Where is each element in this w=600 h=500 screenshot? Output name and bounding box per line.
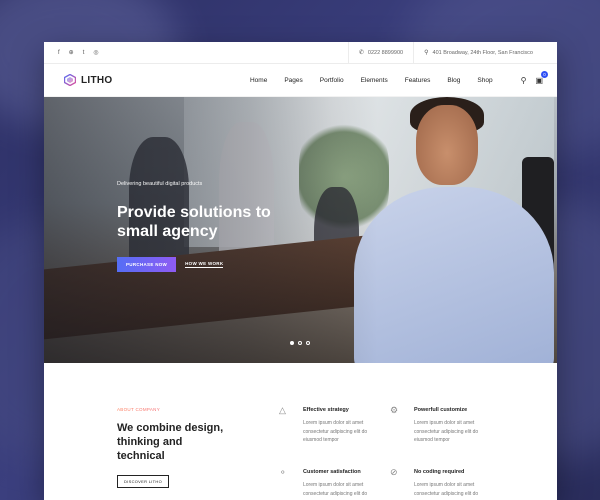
instagram-icon[interactable]: ◎ [93,49,98,56]
about-block: ABOUT COMPANY We combine design, thinkin… [117,407,227,488]
nav-item-features[interactable]: Features [405,77,431,84]
about-tag: ABOUT COMPANY [117,407,227,412]
cart-count-badge: 0 [541,70,548,78]
website-mockup: f ⊕ t ◎ ✆ 0222 8899900 ⚲ 401 Broadway, 2… [44,42,557,500]
phone-number[interactable]: 0222 8899900 [368,50,403,56]
main-nav: LITHO Home Pages Portfolio Elements Feat… [44,64,557,97]
contact-info: ✆ 0222 8899900 ⚲ 401 Broadway, 24th Floo… [347,42,543,63]
gear-icon: ⚙ [390,405,399,415]
feature-title: No coding required [414,469,465,475]
hero-kicker: Delivering beautiful digital products [117,181,203,187]
feature-text: Lorem ipsum dolor sit amet consectetur a… [414,420,479,443]
dribbble-icon[interactable]: ⊕ [69,49,74,56]
nav-item-elements[interactable]: Elements [361,77,388,84]
address-text: 401 Broadway, 24th Floor, San Francisco [432,49,533,56]
feature-item: ⚙ Powerfull customize Lorem ipsum dolor … [390,405,490,445]
nav-actions: ⚲ ▣ 0 [521,70,548,85]
nav-item-portfolio[interactable]: Portfolio [320,77,344,84]
about-section: ABOUT COMPANY We combine design, thinkin… [44,363,557,500]
search-icon[interactable]: ⚲ [521,76,527,85]
slider-dot[interactable] [298,341,302,345]
twitter-icon[interactable]: t [83,50,85,56]
award-icon: ⚬ [279,467,287,477]
nav-item-pages[interactable]: Pages [284,77,302,84]
about-title: We combine design, thinking and technica… [117,422,224,462]
nav-item-home[interactable]: Home [250,77,267,84]
how-we-work-link[interactable]: HOW WE WORK [185,261,224,268]
nav-item-blog[interactable]: Blog [447,77,460,84]
social-links: f ⊕ t ◎ [58,49,99,57]
feature-text: Lorem ipsum dolor sit amet consectetur a… [414,482,479,497]
hero-buttons: PURCHASE NOW HOW WE WORK [117,257,287,272]
feature-item: ⊘ No coding required Lorem ipsum dolor s… [390,467,490,498]
logo[interactable]: LITHO [64,74,113,86]
feature-item: ⚬ Customer satisfaction Lorem ipsum dolo… [279,467,379,498]
nav-item-shop[interactable]: Shop [477,77,492,84]
slider-dot[interactable] [290,341,294,345]
logo-icon [64,74,76,86]
phone-info: ✆ 0222 8899900 [347,42,413,63]
feature-text: Lorem ipsum dolor sit amet consectetur a… [303,420,368,443]
facebook-icon[interactable]: f [58,50,60,56]
slider-dot[interactable] [306,341,310,345]
strategy-icon: △ [279,405,286,415]
discover-litho-button[interactable]: DISCOVER LITHO [117,475,169,488]
feature-title: Effective strategy [303,407,349,413]
hero-title: Provide solutions to small agency [117,204,271,240]
slider-dots [290,341,310,345]
top-bar: f ⊕ t ◎ ✆ 0222 8899900 ⚲ 401 Broadway, 2… [44,42,557,64]
no-coding-icon: ⊘ [390,467,398,477]
hero-content: Delivering beautiful digital products Pr… [117,181,287,272]
feature-item: △ Effective strategy Lorem ipsum dolor s… [279,405,379,445]
address-info: ⚲ 401 Broadway, 24th Floor, San Francisc… [413,42,543,63]
map-pin-icon: ⚲ [424,50,429,56]
cart-icon[interactable]: ▣ 0 [535,70,548,85]
hero-slider: Delivering beautiful digital products Pr… [44,97,557,363]
purchase-now-button[interactable]: PURCHASE NOW [117,257,177,272]
nav-menu: Home Pages Portfolio Elements Features B… [250,77,493,84]
phone-icon: ✆ [358,50,364,56]
feature-title: Powerfull customize [414,407,468,413]
feature-title: Customer satisfaction [303,469,361,475]
feature-text: Lorem ipsum dolor sit amet consectetur a… [303,482,368,497]
logo-text: LITHO [81,74,113,86]
